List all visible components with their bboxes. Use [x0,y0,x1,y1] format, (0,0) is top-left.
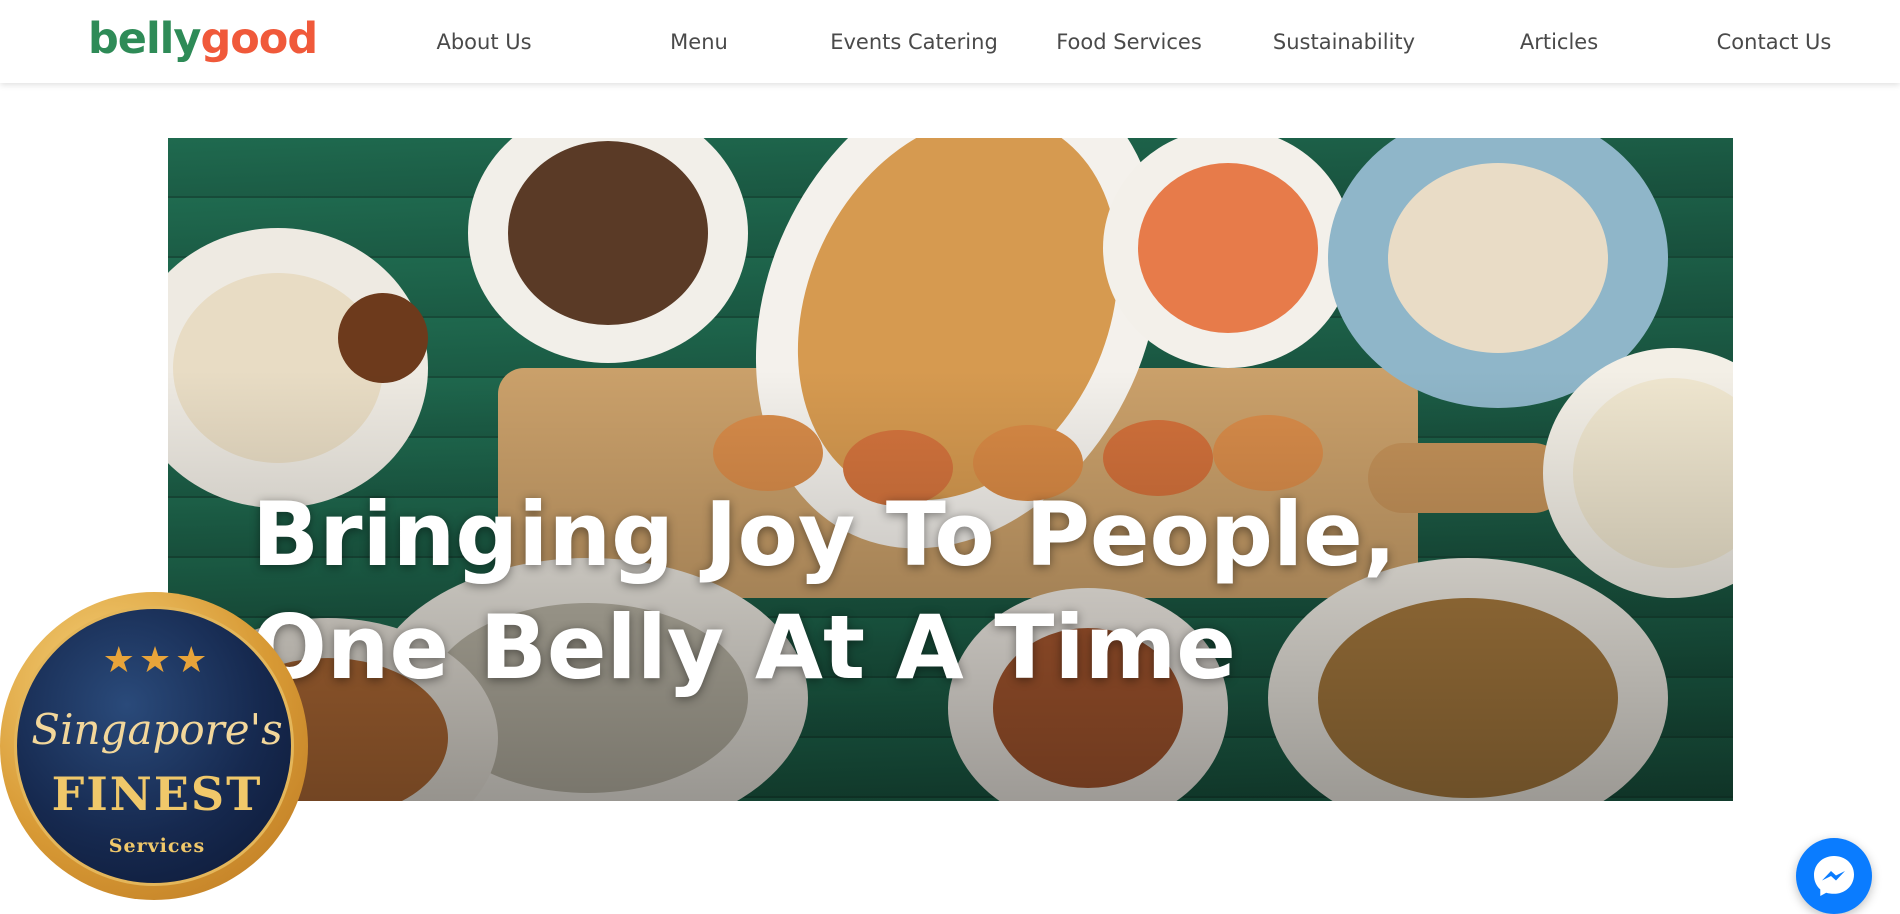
nav-item-sustainability[interactable]: Sustainability [1273,30,1415,54]
badge-main-text: FINEST [51,767,263,821]
nav-item-events-catering[interactable]: Events Catering [830,30,998,54]
badge-inner: ★★★ Singapore's FINEST Services [14,606,294,886]
hero-title-line-2: One Belly At A Time [252,596,1236,699]
badge-script-text: Singapore's [31,705,283,754]
hero-title-line-1: Bringing Joy To People, [252,483,1397,586]
hero-banner: Bringing Joy To People, One Belly At A T… [168,138,1733,801]
main-nav: About Us Menu Events Catering Food Servi… [0,0,1900,83]
nav-item-articles[interactable]: Articles [1520,30,1598,54]
singapores-finest-badge[interactable]: ★★★ Singapore's FINEST Services [0,592,308,900]
hero-title: Bringing Joy To People, One Belly At A T… [252,478,1396,704]
site-header: bellygood About Us Menu Events Catering … [0,0,1900,83]
nav-item-about-us[interactable]: About Us [436,30,531,54]
star-icons: ★★★ [102,640,212,681]
messenger-icon [1814,856,1854,896]
messenger-chat-button[interactable] [1796,838,1872,914]
nav-item-contact-us[interactable]: Contact Us [1717,30,1832,54]
nav-item-menu[interactable]: Menu [670,30,728,54]
badge-sub-text: Services [108,835,206,857]
nav-item-food-services[interactable]: Food Services [1056,30,1202,54]
